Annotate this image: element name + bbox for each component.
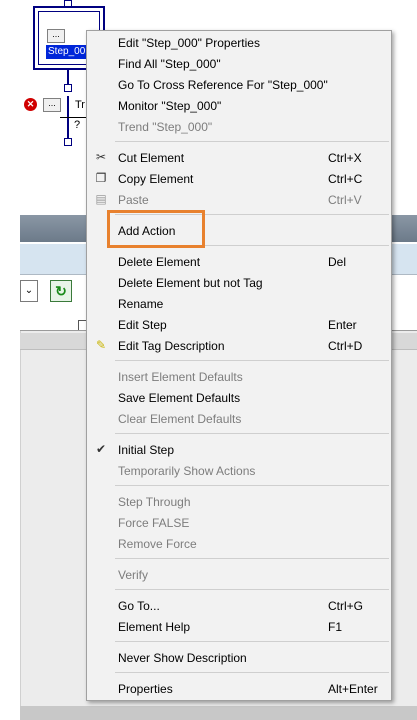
menu-item-shortcut: Ctrl+C [328,172,363,186]
context-menu: Edit "Step_000" Properties Find All "Ste… [86,30,392,701]
menu-separator [115,672,389,673]
menu-item-label: Clear Element Defaults [118,412,242,426]
menu-item-shortcut: Del [328,255,347,269]
menu-item-edit-properties[interactable]: Edit "Step_000" Properties [87,32,391,53]
refresh-icon[interactable]: ↻ [50,280,72,302]
paste-icon: ▤ [95,192,107,206]
menu-separator [115,141,389,142]
menu-item-cross-reference[interactable]: Go To Cross Reference For "Step_000" [87,74,391,95]
transition-line [67,96,69,144]
menu-item-save-element-defaults[interactable]: Save Element Defaults [87,387,391,408]
scissors-icon: ✂ [95,150,107,164]
menu-item-label: Edit Tag Description [118,339,225,353]
menu-item-label: Go To Cross Reference For "Step_000" [118,78,328,92]
menu-item-label: Save Element Defaults [118,391,241,405]
menu-item-label: Never Show Description [118,651,247,665]
connector-node [64,84,72,92]
menu-item-shortcut: F1 [328,620,343,634]
menu-item-label: Verify [118,568,149,582]
menu-item-label: Find All "Step_000" [118,57,221,71]
transition-label[interactable]: Tr [75,99,85,111]
menu-item-delete-element-keep-tag[interactable]: Delete Element but not Tag [87,272,391,293]
menu-item-cut-element[interactable]: ✂ Cut Element Ctrl+X [87,147,391,168]
menu-item-find-all[interactable]: Find All "Step_000" [87,53,391,74]
menu-item-temporarily-show-actions[interactable]: Temporarily Show Actions [87,460,391,481]
menu-item-label: Monitor "Step_000" [118,99,222,113]
menu-item-label: Insert Element Defaults [118,370,243,384]
menu-item-never-show-description[interactable]: Never Show Description [87,647,391,668]
menu-separator [115,360,389,361]
highlight-box [107,210,205,248]
menu-item-clear-element-defaults[interactable]: Clear Element Defaults [87,408,391,429]
menu-item-shortcut: Alt+Enter [328,682,378,696]
connector-node [64,138,72,146]
menu-item-shortcut: Enter [328,318,357,332]
menu-item-paste[interactable]: ▤ Paste Ctrl+V [87,189,391,210]
menu-separator [115,589,389,590]
menu-separator [115,485,389,486]
menu-item-monitor[interactable]: Monitor "Step_000" [87,95,391,116]
menu-item-label: Rename [118,297,164,311]
menu-item-label: Initial Step [118,443,175,457]
menu-item-label: Edit "Step_000" Properties [118,36,260,50]
menu-item-rename[interactable]: Rename [87,293,391,314]
menu-item-verify[interactable]: Verify [87,564,391,585]
menu-item-shortcut: Ctrl+X [328,151,362,165]
menu-item-trend[interactable]: Trend "Step_000" [87,116,391,137]
menu-item-shortcut: Ctrl+G [328,599,364,613]
menu-item-insert-element-defaults[interactable]: Insert Element Defaults [87,366,391,387]
menu-item-label: Properties [118,682,173,696]
menu-item-label: Step Through [118,495,191,509]
menu-item-label: Remove Force [118,537,197,551]
menu-item-edit-step[interactable]: Edit Step Enter [87,314,391,335]
menu-item-shortcut: Ctrl+D [328,339,363,353]
transition-condition: ? [74,119,81,131]
horizontal-scrollbar[interactable] [20,706,417,720]
menu-separator [115,433,389,434]
menu-item-label: Delete Element but not Tag [118,276,263,290]
menu-item-initial-step[interactable]: ✔ Initial Step [87,439,391,460]
chevron-down-icon[interactable]: ⌄ [20,280,38,302]
menu-item-shortcut: Ctrl+V [328,193,362,207]
menu-separator [115,558,389,559]
menu-item-step-through[interactable]: Step Through [87,491,391,512]
menu-item-label: Delete Element [118,255,201,269]
menu-item-element-help[interactable]: Element Help F1 [87,616,391,637]
menu-item-properties[interactable]: Properties Alt+Enter [87,678,391,699]
menu-item-label: Paste [118,193,149,207]
menu-item-label: Copy Element [118,172,194,186]
menu-item-label: Edit Step [118,318,167,332]
menu-item-delete-element[interactable]: Delete Element Del [87,251,391,272]
menu-item-label: Temporarily Show Actions [118,464,256,478]
menu-item-edit-tag-description[interactable]: ✎ Edit Tag Description Ctrl+D [87,335,391,356]
menu-item-label: Go To... [118,599,160,613]
menu-item-label: Cut Element [118,151,185,165]
error-icon: ✕ [24,98,37,111]
menu-item-force-false[interactable]: Force FALSE [87,512,391,533]
check-icon: ✔ [95,442,107,456]
menu-item-label: Force FALSE [118,516,190,530]
menu-item-copy-element[interactable]: ❐ Copy Element Ctrl+C [87,168,391,189]
transition-ellipsis-button[interactable]: ... [43,98,61,112]
copy-icon: ❐ [95,171,107,185]
menu-item-remove-force[interactable]: Remove Force [87,533,391,554]
menu-separator [115,641,389,642]
menu-item-go-to[interactable]: Go To... Ctrl+G [87,595,391,616]
pencil-icon: ✎ [95,338,107,352]
menu-item-label: Trend "Step_000" [118,120,213,134]
step-ellipsis-button[interactable]: ... [47,29,65,43]
menu-item-label: Element Help [118,620,191,634]
